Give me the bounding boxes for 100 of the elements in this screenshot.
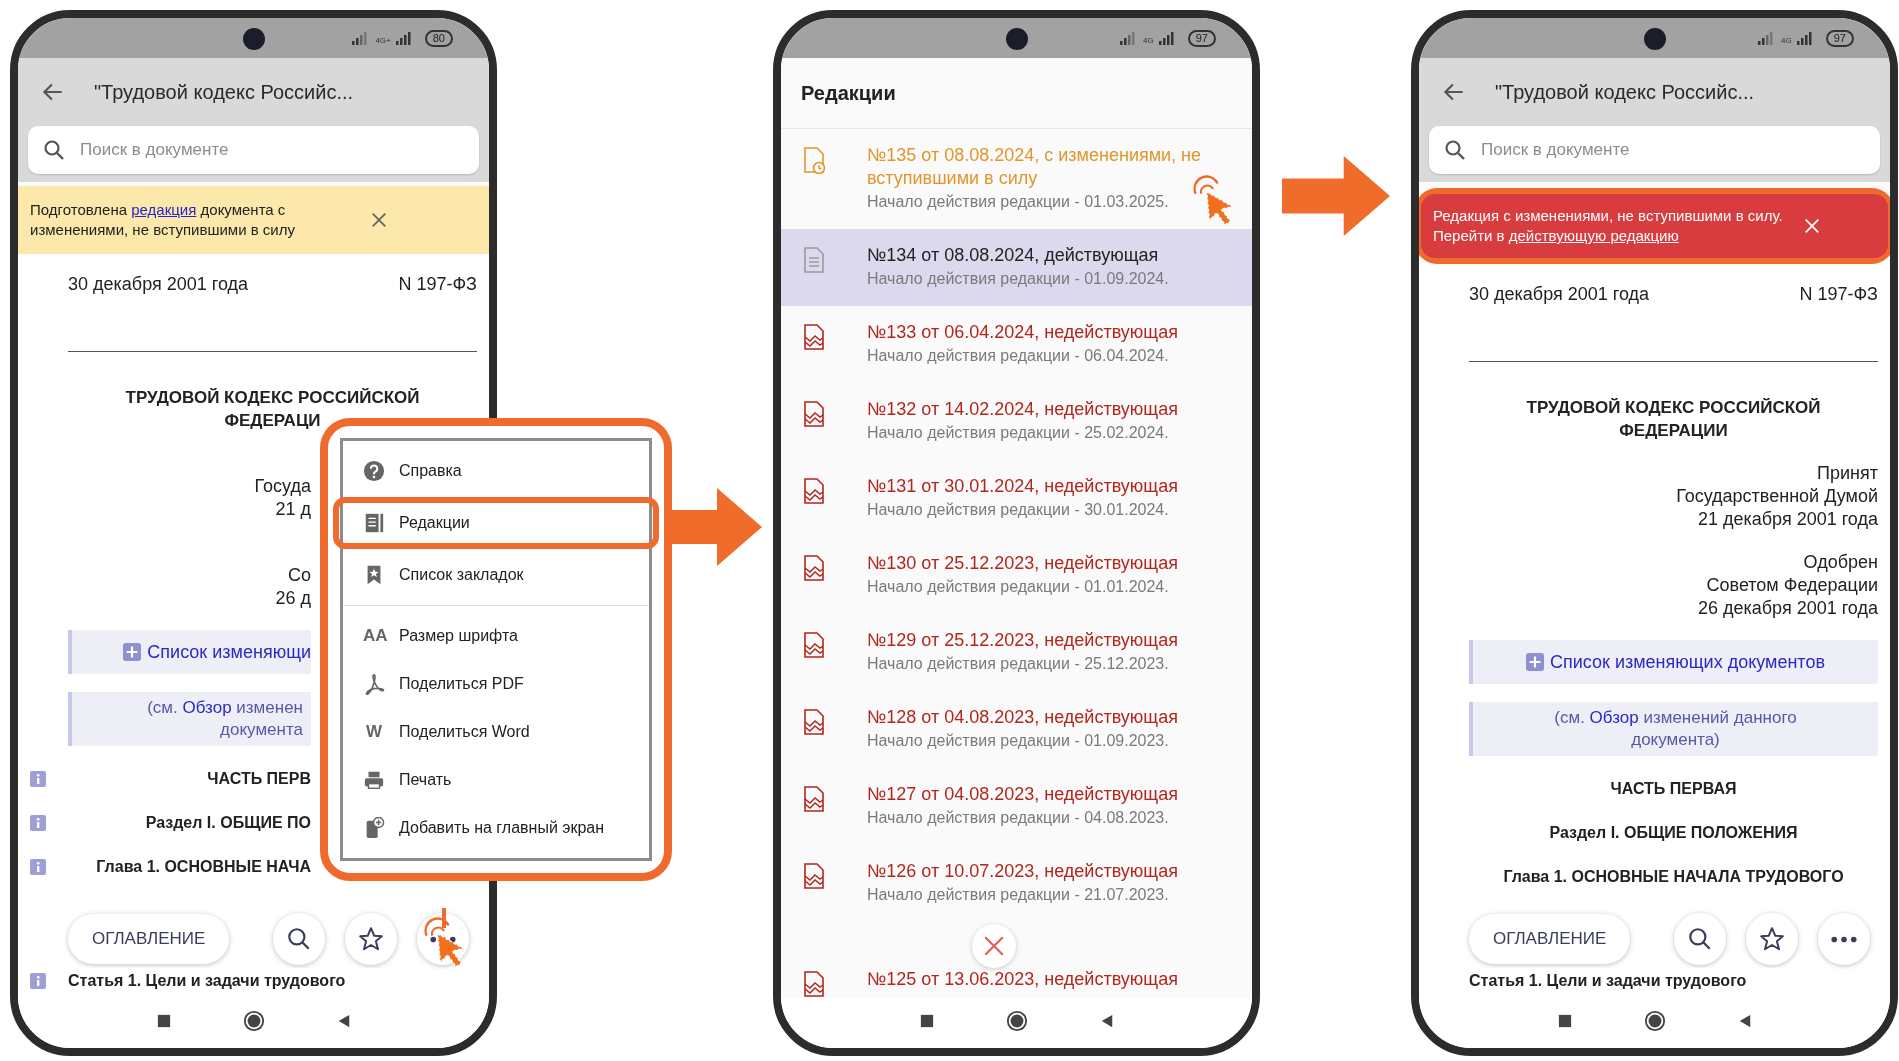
document-icon <box>363 512 385 534</box>
signature-text: Одобрен Советом Федерации 26 декабря 2001 года <box>1697 551 1878 620</box>
home-icon[interactable] <box>1005 1010 1028 1032</box>
menu-item[interactable]: Справка <box>343 447 649 495</box>
revision-title: №126 от 10.07.2023, недействующая <box>867 860 1179 883</box>
revision-title: №127 от 04.08.2023, недействующая <box>867 783 1179 806</box>
section-heading: Раздел I. ОБЩИЕ ПОЛОЖЕНИЯ <box>1548 823 1799 843</box>
overview-link[interactable]: Обзор <box>1589 708 1639 727</box>
help-icon <box>363 460 385 482</box>
star-icon <box>358 926 385 952</box>
printer-icon <box>363 769 385 791</box>
bookmark-star-button[interactable] <box>1746 913 1798 965</box>
revision-start-date: Начало действия редакции - 01.01.2024. <box>867 577 1170 597</box>
contents-button[interactable]: ОГЛАВЛЕНИЕ <box>68 914 230 964</box>
document-heading: ТРУДОВОЙ КОДЕКС РОССИЙСКОЙ ФЕДЕРАЦИ <box>124 387 421 432</box>
document-heading: ТРУДОВОЙ КОДЕКС РОССИЙСКОЙ ФЕДЕРАЦИИ <box>1525 397 1822 442</box>
battery-indicator: 80 <box>424 29 453 47</box>
document-clock-icon <box>803 146 825 174</box>
menu-item[interactable]: Список закладок <box>343 551 649 599</box>
search-button[interactable] <box>1674 913 1727 965</box>
revision-start-date: Начало действия редакции - 01.03.2025. <box>867 192 1170 212</box>
plus-icon <box>123 643 142 661</box>
menu-item[interactable]: W Поделиться Word <box>343 708 649 756</box>
revision-start-date: Начало действия редакции - 06.04.2024. <box>867 346 1170 366</box>
more-dots-icon <box>1831 934 1857 944</box>
revision-link[interactable]: действующую редакцию <box>1508 227 1679 244</box>
font-glyph-icon: W <box>363 722 385 742</box>
torn-document-icon <box>803 862 825 890</box>
recents-icon[interactable] <box>919 1014 934 1028</box>
torn-document-icon <box>803 477 825 505</box>
menu-item[interactable]: Печать <box>343 756 649 804</box>
revision-title: №129 от 25.12.2023, недействующая <box>867 629 1179 652</box>
camera-icon <box>1005 28 1028 50</box>
section-heading: Глава 1. ОСНОВНЫЕ НАЧА <box>95 857 311 877</box>
home-icon[interactable] <box>242 1010 265 1032</box>
document-date: 30 декабря 2001 года <box>68 274 249 295</box>
torn-document-icon <box>803 970 825 998</box>
search-field[interactable]: Поиск в документе <box>28 126 479 174</box>
overview-text: (см. Обзор изменений данного документа) <box>1553 707 1798 751</box>
revision-start-date: Начало действия редакции - 25.02.2024. <box>867 423 1170 443</box>
battery-indicator: 97 <box>1825 29 1854 47</box>
search-icon <box>1443 138 1467 162</box>
revision-item[interactable]: №125 от 13.06.2023, недействующая <box>781 922 1252 998</box>
revision-start-date: Начало действия редакции - 21.07.2023. <box>867 885 1170 905</box>
document-title: "Трудовой кодекс Российс... <box>94 80 354 104</box>
revision-title: №132 от 14.02.2024, недействующая <box>867 398 1179 421</box>
menu-item[interactable]: Поделиться PDF <box>343 660 649 708</box>
screen-title: Редакции <box>801 81 896 105</box>
pdf-icon <box>363 673 385 695</box>
camera-icon <box>1643 28 1666 50</box>
changes-list-link[interactable]: Список изменяющи <box>68 630 311 674</box>
torn-document-icon <box>803 631 825 659</box>
search-button[interactable] <box>273 913 326 965</box>
home-icon[interactable] <box>1643 1010 1666 1032</box>
revision-start-date: Начало действия редакции - 04.08.2023. <box>867 808 1170 828</box>
overview-link[interactable]: Обзор <box>182 698 232 717</box>
torn-document-icon <box>803 785 825 813</box>
revision-start-date: Начало действия редакции - 30.01.2024. <box>867 500 1170 520</box>
banner-text: Редакция с изменениями, не вступившими в силу. Перейти в действующую редакцию <box>1433 206 1784 246</box>
close-icon <box>982 935 1005 957</box>
document-date: 30 декабря 2001 года <box>1469 284 1650 305</box>
document-icon <box>803 246 825 274</box>
search-field[interactable]: Поиск в документе <box>1429 126 1880 174</box>
torn-document-icon <box>803 708 825 736</box>
camera-icon <box>242 28 265 50</box>
revision-start-date: Начало действия редакции - 25.12.2023. <box>867 654 1170 674</box>
revision-start-date: Начало действия редакции - 01.09.2023. <box>867 731 1170 751</box>
document-number: N 197-ФЗ <box>1799 284 1878 305</box>
font-glyph-icon: AA <box>363 626 385 646</box>
torn-document-icon <box>803 554 825 582</box>
search-icon <box>42 138 66 162</box>
torn-document-icon <box>803 323 825 351</box>
recents-icon[interactable] <box>1557 1014 1572 1028</box>
bookmark-star-button[interactable] <box>345 913 397 965</box>
close-button[interactable] <box>971 924 1016 968</box>
revision-title: №133 от 06.04.2024, недействующая <box>867 321 1179 344</box>
article-heading: Статья 1. Цели и задачи трудового <box>68 971 347 991</box>
revision-item[interactable]: №134 от 08.08.2024, действующая Начало действия редакции - 01.09.2024. <box>781 229 1252 306</box>
close-icon[interactable] <box>370 211 388 229</box>
revision-title: №125 от 13.06.2023, недействующая <box>867 968 1179 991</box>
signature-text: Госуда 21 д <box>254 475 311 521</box>
section-heading: ЧАСТЬ ПЕРВАЯ <box>1609 779 1738 799</box>
contents-button[interactable]: ОГЛАВЛЕНИЕ <box>1469 914 1631 964</box>
more-button[interactable] <box>1818 913 1870 965</box>
revision-link[interactable]: редакция <box>131 201 197 218</box>
menu-item[interactable]: AA Размер шрифта <box>343 612 649 660</box>
star-icon <box>1759 926 1786 952</box>
menu-item[interactable]: Добавить на главный экран <box>343 804 649 852</box>
signature-text: Принят Государственной Думой 21 декабря 2001 года <box>1676 462 1878 531</box>
menu-item[interactable]: Редакции <box>333 497 659 549</box>
revision-title: №134 от 08.08.2024, действующая <box>867 244 1160 267</box>
revision-title: №135 от 08.08.2024, с изменениями, не вступившими в силу <box>867 144 1203 190</box>
section-heading: ЧАСТЬ ПЕРВ <box>206 769 311 789</box>
network-label: 4G+ <box>375 35 391 45</box>
revision-title: №131 от 30.01.2024, недействующая <box>867 475 1179 498</box>
revision-title: №130 от 25.12.2023, недействующая <box>867 552 1179 575</box>
document-number: N 197-ФЗ <box>398 274 477 295</box>
recents-icon[interactable] <box>156 1014 171 1028</box>
changes-list-link[interactable]: Список изменяющих документов <box>1469 640 1878 684</box>
revision-title: №128 от 04.08.2023, недействующая <box>867 706 1179 729</box>
